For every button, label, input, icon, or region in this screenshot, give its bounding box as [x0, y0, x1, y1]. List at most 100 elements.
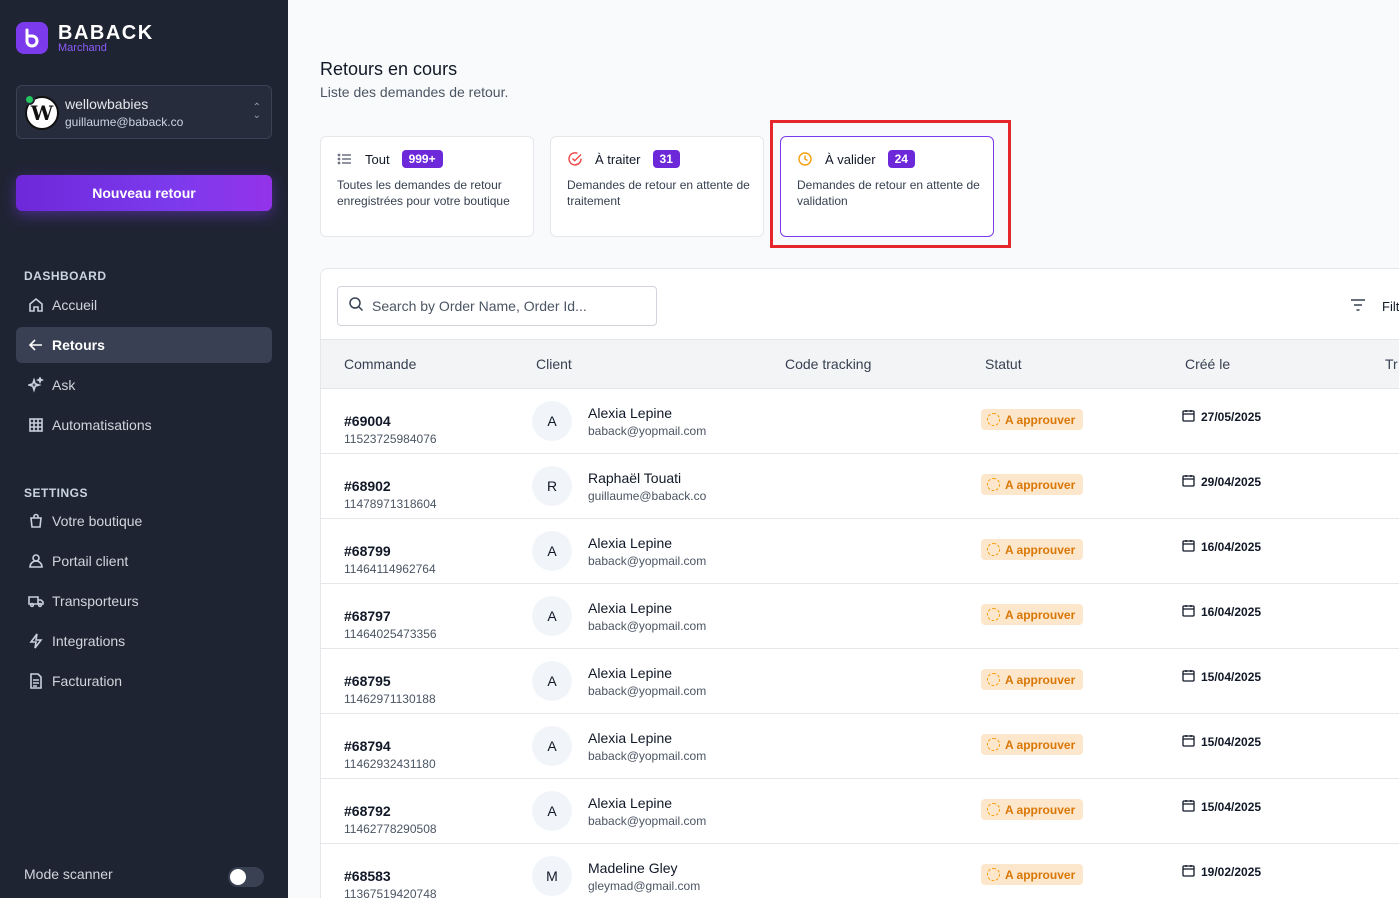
grid-icon [28, 417, 44, 433]
highlight-box [770, 120, 1011, 248]
sidebar-item-retours[interactable]: Retours [16, 327, 272, 363]
status-badge: A approuver [981, 474, 1084, 495]
sidebar-item-label: Accueil [52, 297, 98, 313]
sidebar-item-accueil[interactable]: Accueil [16, 287, 272, 323]
table-row[interactable]: #69004 11523725984076 A Alexia Lepine baback… [321, 389, 1399, 454]
column-header-commande[interactable]: Commande [344, 356, 416, 372]
chevron-up-down-icon: ⌃ ⌄ [252, 102, 261, 121]
scanner-mode-label: Mode scanner [24, 866, 113, 882]
brand[interactable]: BABACK Marchand [16, 22, 154, 54]
table-row[interactable]: #68794 11462932431180 A Alexia Lepine baback… [321, 714, 1399, 779]
order-number[interactable]: #68902 [344, 478, 391, 494]
sidebar-item-integrations[interactable]: Integrations [16, 623, 272, 659]
sidebar-item-votre-boutique[interactable]: Votre boutique [16, 503, 272, 539]
client-name: Madeline Gley [588, 860, 678, 876]
sidebar-item-portail-client[interactable]: Portail client [16, 543, 272, 579]
client-avatar: A [532, 596, 572, 636]
column-header-statut[interactable]: Statut [985, 356, 1022, 372]
sidebar-item-ask[interactable]: Ask [16, 367, 272, 403]
status-label: A approuver [1005, 607, 1076, 622]
filter-label: Filt [1382, 299, 1399, 314]
client-avatar: M [532, 856, 572, 896]
column-header-cree-le[interactable]: Créé le [1185, 356, 1230, 372]
table-row[interactable]: #68583 11367519420748 M Madeline Gley gleyma… [321, 844, 1399, 898]
search-box[interactable] [337, 286, 657, 326]
status-badge: A approuver [981, 604, 1084, 625]
sidebar-item-label: Facturation [52, 673, 123, 689]
client-email: baback@yopmail.com [588, 684, 707, 698]
date-value: 16/04/2025 [1201, 540, 1262, 554]
order-number[interactable]: #68799 [344, 543, 391, 559]
sidebar-item-automatisations[interactable]: Automatisations [16, 407, 272, 443]
column-header-truncated[interactable]: Tr [1385, 356, 1398, 372]
home-icon [28, 297, 44, 313]
sidebar-item-transporteurs[interactable]: Transporteurs [16, 583, 272, 619]
calendar-icon [1182, 864, 1201, 880]
arrow-left-icon [28, 337, 44, 353]
sidebar-item-facturation[interactable]: Facturation [16, 663, 272, 699]
dashboard-section-title: DASHBOARD [24, 269, 107, 283]
order-number[interactable]: #69004 [344, 413, 391, 429]
search-input[interactable] [372, 298, 652, 314]
pending-icon [987, 868, 1000, 881]
order-id: 11478971318604 [344, 497, 437, 511]
table-row[interactable]: #68799 11464114962764 A Alexia Lepine baback… [321, 519, 1399, 584]
order-id: 11462778290508 [344, 822, 437, 836]
date-value: 15/04/2025 [1201, 670, 1262, 684]
status-label: A approuver [1005, 542, 1076, 557]
user-icon [28, 553, 44, 569]
baback-logo-icon [16, 22, 48, 54]
table-row[interactable]: #68792 11462778290508 A Alexia Lepine baback… [321, 779, 1399, 844]
pending-icon [987, 413, 1000, 426]
order-number[interactable]: #68794 [344, 738, 391, 754]
order-number[interactable]: #68795 [344, 673, 391, 689]
sparkles-icon [28, 377, 44, 393]
tab-a-traiter[interactable]: À traiter 31 Demandes de retour en atten… [550, 136, 764, 237]
status-badge: A approuver [981, 799, 1084, 820]
client-avatar: A [532, 401, 572, 441]
settings-section-title: SETTINGS [24, 486, 89, 500]
client-name: Alexia Lepine [588, 730, 673, 746]
column-header-code-tracking[interactable]: Code tracking [785, 356, 871, 372]
sidebar-item-label: Integrations [52, 633, 126, 649]
tab-description: Demandes de retour en attente de traitem… [567, 178, 750, 208]
created-date: 16/04/2025 [1182, 604, 1261, 620]
client-name: Alexia Lepine [588, 665, 673, 681]
client-avatar: A [532, 661, 572, 701]
calendar-icon [1182, 539, 1201, 555]
tab-description: Toutes les demandes de retour enregistré… [337, 178, 510, 208]
client-avatar: R [532, 466, 572, 506]
new-return-button[interactable]: Nouveau retour [16, 175, 272, 211]
shop-email: guillaume@baback.co [65, 115, 184, 129]
pending-icon [987, 478, 1000, 491]
date-value: 19/02/2025 [1201, 865, 1262, 879]
pending-icon [987, 608, 1000, 621]
filter-button[interactable]: Filt [1350, 298, 1399, 315]
client-name: Alexia Lepine [588, 405, 673, 421]
order-id: 11523725984076 [344, 432, 437, 446]
status-label: A approuver [1005, 672, 1076, 687]
created-date: 15/04/2025 [1182, 669, 1261, 685]
order-number[interactable]: #68792 [344, 803, 391, 819]
client-avatar: A [532, 531, 572, 571]
table-row[interactable]: #68902 11478971318604 R Raphaël Touati guill… [321, 454, 1399, 519]
shop-selector[interactable]: W wellowbabies guillaume@baback.co ⌃ ⌄ [16, 85, 272, 139]
order-number[interactable]: #68583 [344, 868, 391, 884]
order-number[interactable]: #68797 [344, 608, 391, 624]
pending-icon [987, 673, 1000, 686]
search-icon [348, 296, 364, 317]
order-id: 11367519420748 [344, 887, 437, 898]
main-content: Retours en cours Liste des demandes de r… [288, 0, 1399, 898]
pending-icon [987, 738, 1000, 751]
shopping-bag-icon [28, 513, 44, 529]
table-row[interactable]: #68797 11464025473356 A Alexia Lepine baback… [321, 584, 1399, 649]
tab-tout[interactable]: Tout 999+ Toutes les demandes de retour … [320, 136, 534, 237]
date-value: 16/04/2025 [1201, 605, 1262, 619]
sidebar-item-label: Ask [52, 377, 76, 393]
scanner-mode-toggle[interactable] [228, 867, 264, 887]
sidebar-item-label: Automatisations [52, 417, 152, 433]
table-row[interactable]: #68795 11462971130188 A Alexia Lepine baback… [321, 649, 1399, 714]
client-email: baback@yopmail.com [588, 424, 707, 438]
status-label: A approuver [1005, 737, 1076, 752]
column-header-client[interactable]: Client [536, 356, 572, 372]
